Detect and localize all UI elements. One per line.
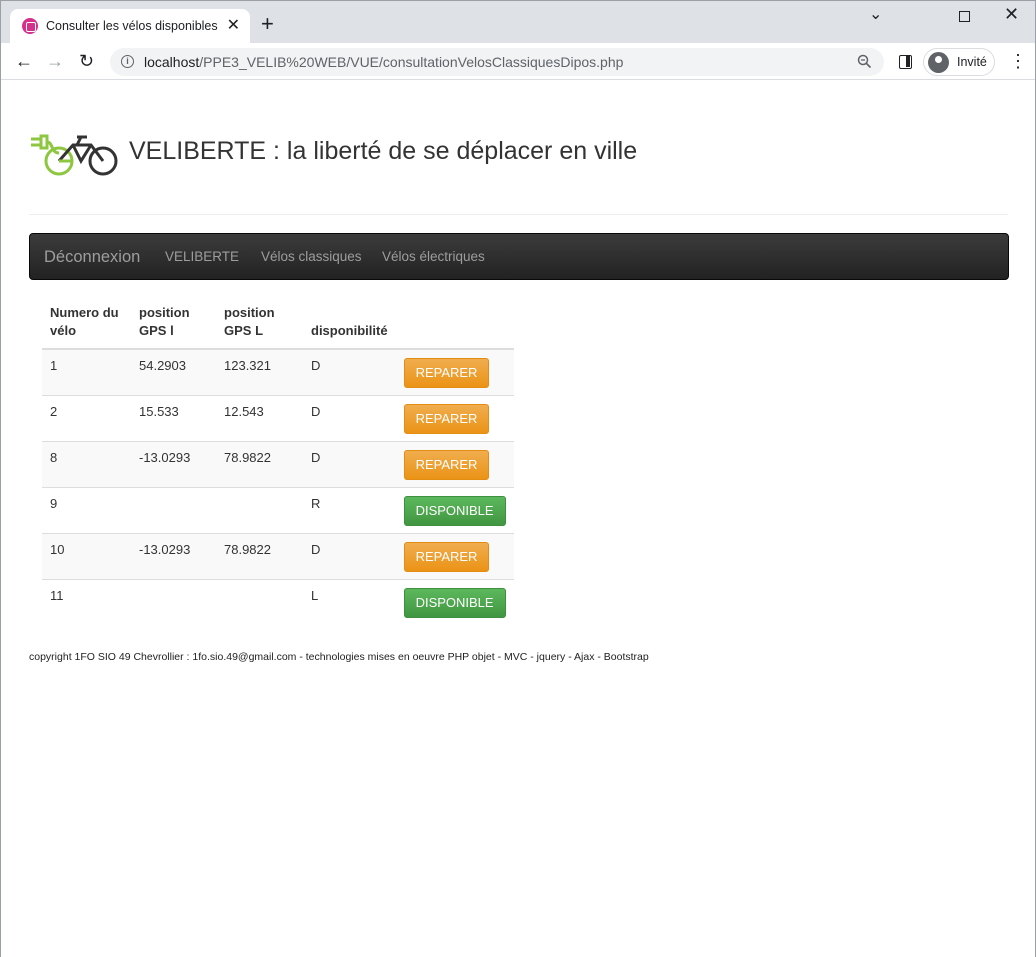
more-menu-icon[interactable]: ⋮ (1009, 52, 1027, 70)
cell-gps-lat: 54.2903 (131, 348, 216, 395)
tab-close-icon[interactable]: ✕ (227, 16, 240, 36)
disponible-button[interactable]: DISPONIBLE (403, 495, 506, 526)
cell-gps-lng: 78.9822 (216, 440, 303, 487)
cell-disponibilite: D (303, 348, 396, 395)
table-header-row: Numero du vélo position GPS l position G… (42, 299, 514, 350)
footer-text: copyright 1FO SIO 49 Chevrollier : 1fo.s… (29, 651, 649, 663)
url-host: localhost (144, 54, 200, 70)
nav-link-velos-classiques[interactable]: Vélos classiques (261, 249, 362, 264)
cell-gps-lat (131, 486, 216, 533)
header-numero: Numero du vélo (42, 299, 131, 350)
cell-disponibilite: D (303, 440, 396, 487)
reparer-button[interactable]: REPARER (403, 449, 490, 480)
nav-link-velos-electriques[interactable]: Vélos électriques (382, 249, 485, 264)
table-body: 1 54.2903 123.321 D REPARER 2 15.533 12.543 D REP… (42, 348, 514, 625)
table-row: 10 -13.0293 78.9822 D REPARER (42, 532, 514, 579)
cell-gps-lat (131, 578, 216, 625)
tab-strip: Consulter les vélos disponibles... ✕ + ⌄… (1, 1, 1035, 43)
cell-numero: 10 (42, 532, 131, 579)
reparer-button[interactable]: REPARER (403, 403, 490, 434)
side-panel-icon[interactable] (899, 55, 912, 69)
cell-disponibilite: D (303, 532, 396, 579)
cell-action: REPARER (395, 394, 514, 441)
page-content: VELIBERTE : la liberté de se déplacer en… (1, 81, 1035, 957)
table-row: 8 -13.0293 78.9822 D REPARER (42, 440, 514, 487)
profile-label: Invité (957, 55, 987, 69)
cell-gps-lat: -13.0293 (131, 440, 216, 487)
cell-action: REPARER (395, 348, 514, 395)
bikes-table: Numero du vélo position GPS l position G… (42, 299, 514, 625)
table-row: 1 54.2903 123.321 D REPARER (42, 348, 514, 395)
cell-disponibilite: D (303, 394, 396, 441)
header-disponibilite: disponibilité (303, 299, 396, 350)
new-tab-icon[interactable]: + (261, 13, 274, 35)
cell-numero: 2 (42, 394, 131, 441)
cell-action: REPARER (395, 532, 514, 579)
bike-logo-icon (29, 123, 123, 187)
cell-gps-lat: 15.533 (131, 394, 216, 441)
cell-gps-lng (216, 578, 303, 625)
table-row: 2 15.533 12.543 D REPARER (42, 394, 514, 441)
divider (29, 214, 1008, 215)
cell-gps-lng: 12.543 (216, 394, 303, 441)
reparer-button[interactable]: REPARER (403, 541, 490, 572)
cell-gps-lng (216, 486, 303, 533)
table-row: 9 R DISPONIBLE (42, 486, 514, 533)
header-numero-label: Numero du vélo (50, 305, 119, 338)
url-path: /PPE3_VELIB%20WEB/VUE/consultationVelosC… (199, 54, 624, 70)
header-gps-L: position GPS L (216, 299, 303, 350)
cell-action: DISPONIBLE (395, 486, 514, 533)
page-title: VELIBERTE : la liberté de se déplacer en… (129, 137, 638, 165)
forward-arrow-icon[interactable]: → (46, 51, 64, 71)
zoom-icon[interactable] (857, 54, 872, 72)
url-text[interactable]: localhost/PPE3_VELIB%20WEB/VUE/consultat… (144, 54, 623, 70)
reparer-button[interactable]: REPARER (403, 358, 490, 388)
window-close-icon[interactable]: ✕ (1004, 4, 1019, 25)
favicon-icon (22, 18, 38, 34)
reload-icon[interactable]: ↻ (79, 51, 94, 71)
address-bar[interactable]: i localhost/PPE3_VELIB%20WEB/VUE/consult… (110, 48, 884, 76)
cell-numero: 1 (42, 348, 131, 395)
avatar-icon (928, 52, 949, 73)
cell-gps-lng: 123.321 (216, 348, 303, 395)
cell-numero: 8 (42, 440, 131, 487)
header-gps-lng-label: position GPS L (224, 305, 275, 338)
info-icon[interactable]: i (121, 55, 134, 68)
back-arrow-icon[interactable]: ← (15, 51, 33, 71)
cell-gps-lng: 78.9822 (216, 532, 303, 579)
browser-tab[interactable]: Consulter les vélos disponibles... ✕ (10, 9, 250, 43)
main-navbar: Déconnexion VELIBERTE Vélos classiques V… (29, 233, 1009, 280)
maximize-icon[interactable] (959, 7, 970, 27)
profile-button[interactable]: Invité (923, 48, 995, 76)
header-gps-lat-label: position GPS l (139, 305, 190, 338)
cell-numero: 11 (42, 578, 131, 625)
cell-disponibilite: R (303, 486, 396, 533)
logout-link[interactable]: Déconnexion (44, 248, 140, 267)
cell-numero: 9 (42, 486, 131, 533)
cell-gps-lat: -13.0293 (131, 532, 216, 579)
table-row: 11 L DISPONIBLE (42, 578, 514, 625)
tab-title: Consulter les vélos disponibles... (46, 19, 218, 33)
browser-toolbar: ← → ↻ i localhost/PPE3_VELIB%20WEB/VUE/c… (1, 43, 1035, 80)
header-action (395, 299, 514, 350)
nav-link-veliberte[interactable]: VELIBERTE (165, 249, 239, 264)
header-gps-l: position GPS l (131, 299, 216, 350)
header-dispo-label: disponibilité (311, 323, 388, 338)
chevron-down-icon[interactable]: ⌄ (869, 4, 882, 24)
disponible-button[interactable]: DISPONIBLE (403, 587, 506, 618)
cell-action: DISPONIBLE (395, 578, 514, 625)
cell-action: REPARER (395, 440, 514, 487)
cell-disponibilite: L (303, 578, 396, 625)
